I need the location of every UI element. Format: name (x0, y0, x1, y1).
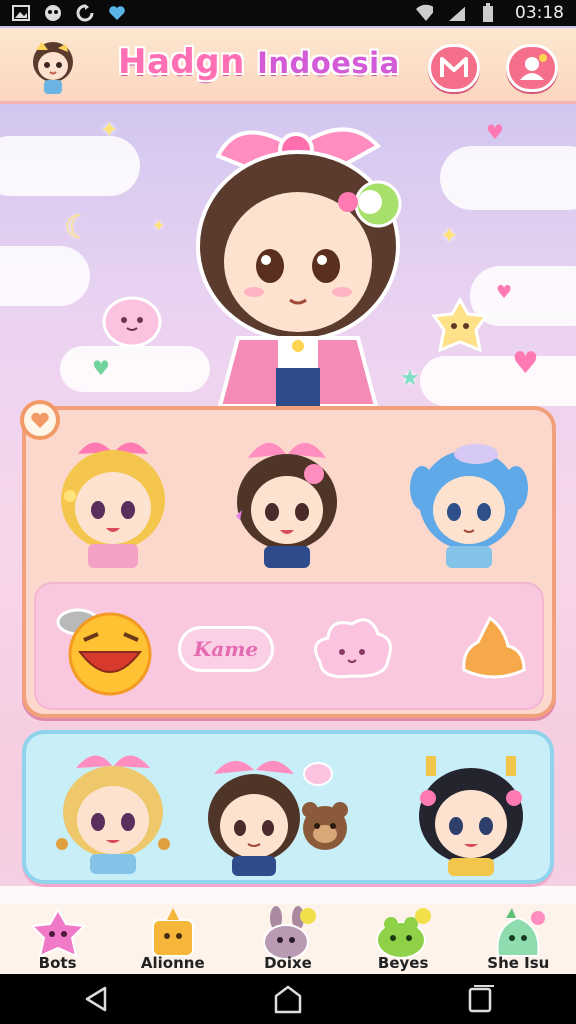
recents-button[interactable] (450, 979, 510, 1019)
heart-icon: ♥ (512, 346, 539, 381)
sparkle-icon: ✦ (152, 216, 166, 235)
mail-icon (440, 57, 468, 77)
laughing-emoji-icon[interactable] (50, 600, 160, 696)
app-screen: ✦ ☾ ✦ ✦ ♥ ♥ ♥ ♥ ★ Hadgn Indoesia Kame Bo… (0, 26, 576, 974)
heart-icon: ♥ (92, 356, 110, 380)
floating-heart-cloud (303, 762, 333, 786)
tab-bots[interactable]: Bots (8, 906, 108, 972)
signal-icon (447, 4, 465, 22)
avatar[interactable] (22, 34, 84, 96)
character-blue-haired-girl[interactable] (404, 428, 534, 568)
pink-blob-creature (102, 296, 162, 348)
hero-character[interactable] (178, 106, 418, 406)
tab-alionne[interactable]: Alionne (123, 906, 223, 972)
recents-icon (468, 985, 494, 1013)
sparkle-icon: ✦ (100, 118, 119, 143)
character-black-haired-girl[interactable] (406, 746, 536, 876)
heart-icon (31, 412, 49, 428)
tab-doixe[interactable]: Doixe (238, 906, 338, 972)
tab-label: Bots (38, 954, 77, 972)
green-frog-icon (376, 908, 432, 959)
sparkle-icon: ✦ (440, 224, 459, 249)
heart-icon: ♥ (486, 120, 504, 144)
tab-label: She Isu (487, 954, 550, 972)
background-cloud (0, 246, 90, 306)
tab-label: Alionne (140, 954, 205, 972)
profile-icon (520, 54, 547, 80)
heart-icon: ♥ (496, 282, 513, 303)
friends-panel (22, 730, 554, 884)
tab-label: Beyes (377, 954, 429, 972)
tab-beyes[interactable]: Beyes (353, 906, 453, 972)
yellow-blob-creature (431, 296, 489, 353)
image-icon (12, 4, 30, 22)
app-header: Hadgn Indoesia (0, 28, 576, 104)
kame-text: Kame (193, 637, 259, 661)
status-right-icons: 03:18 (415, 3, 564, 23)
heart-icon (108, 4, 126, 22)
app-title-sub: Indoesia (257, 46, 400, 80)
sync-icon (76, 4, 94, 22)
character-brunette-girl[interactable] (222, 428, 352, 568)
status-time: 03:18 (515, 3, 564, 23)
character-braided-girl[interactable] (48, 742, 178, 874)
home-button[interactable] (258, 979, 318, 1019)
tab-label: Doixe (264, 954, 312, 972)
pink-star-creature-icon (29, 907, 86, 958)
mint-creature-icon (496, 908, 546, 957)
yellow-star-icon (151, 908, 194, 957)
bear-companion[interactable] (298, 798, 352, 858)
battery-icon (479, 3, 497, 22)
app-title: Hadgn Indoesia (118, 42, 400, 82)
tab-she-isu[interactable]: She Isu (468, 906, 568, 972)
home-icon (274, 985, 302, 1014)
bottom-tab-bar: Bots Alionne Doixe Beyes She Isu (0, 904, 576, 974)
character-blonde-girl[interactable] (48, 428, 178, 568)
soft-serve-icon[interactable] (454, 610, 534, 686)
back-icon (85, 986, 107, 1012)
wifi-icon (415, 4, 433, 22)
emotes-row: Kame (34, 582, 544, 710)
back-button[interactable] (66, 979, 126, 1019)
status-left-icons (12, 4, 126, 22)
background-cloud (440, 146, 576, 210)
game-controller-icon (44, 4, 62, 22)
mail-button[interactable] (428, 44, 480, 92)
app-title-main: Hadgn (118, 42, 245, 82)
purple-bunny-icon (262, 906, 316, 960)
character-select-panel: Kame (20, 400, 556, 718)
kame-text-badge[interactable]: Kame (178, 626, 274, 672)
cloud-creature-icon[interactable] (308, 612, 394, 684)
status-bar: 03:18 (0, 0, 576, 26)
moon-icon: ☾ (64, 208, 93, 246)
background-cloud (0, 136, 140, 196)
system-nav-bar (0, 974, 576, 1024)
background-cloud (420, 356, 576, 406)
profile-button[interactable] (506, 44, 558, 92)
